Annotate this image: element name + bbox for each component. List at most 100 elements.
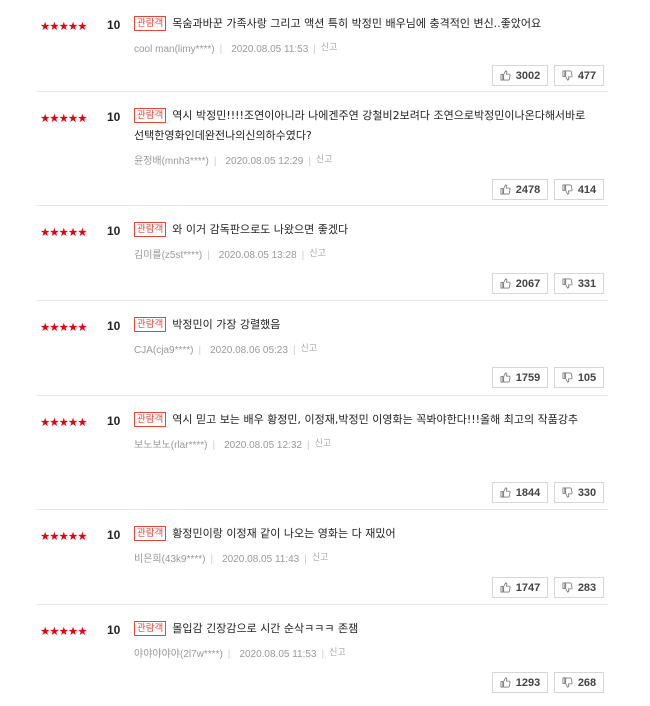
- vote-buttons: 1293 268: [492, 672, 604, 693]
- dislike-button[interactable]: 477: [554, 65, 604, 86]
- vote-buttons: 1747 283: [492, 577, 604, 598]
- review-text: 박정민이 가장 강렬했음: [172, 318, 281, 331]
- dislike-button[interactable]: 283: [554, 577, 604, 598]
- dislike-button[interactable]: 414: [554, 179, 604, 200]
- review-meta: cool man(limy****) | 2020.08.05 11:53 | 신고: [134, 40, 594, 55]
- review-body: 관람객 박정민이 가장 강렬했음 CJA(cja9****) | 2020.08.06…: [134, 315, 594, 356]
- like-count: 1747: [515, 581, 541, 594]
- report-link[interactable]: 신고: [329, 647, 346, 657]
- author[interactable]: CJA(cja9****): [134, 345, 193, 356]
- star-rating: ★★★★★: [40, 225, 88, 239]
- meta-divider: |: [321, 649, 325, 660]
- thumbs-up-icon: [500, 184, 511, 195]
- rating-score: 10: [107, 319, 121, 333]
- author[interactable]: 야야야야야(2l7w****): [134, 649, 223, 660]
- review-body: 관람객 목숨과바꾼 가족사랑 그리고 액션 특히 박정민 배우님에 충격적인 변신…: [134, 14, 594, 55]
- meta-divider: |: [207, 250, 210, 261]
- review-item: ★★★★★ 10 관람객 와 이거 감독판으로도 나왔으면 좋겠다 김미를(z5s…: [36, 206, 608, 301]
- author[interactable]: 보노보노(rlar****): [134, 440, 207, 451]
- review-date: 2020.08.05 12:32: [224, 440, 302, 451]
- thumbs-up-icon: [500, 677, 511, 688]
- viewer-badge: 관람객: [134, 108, 167, 123]
- report-link[interactable]: 신고: [312, 552, 329, 562]
- thumbs-down-icon: [562, 70, 573, 81]
- dislike-button[interactable]: 330: [554, 482, 604, 503]
- thumbs-up-icon: [500, 278, 511, 289]
- like-button[interactable]: 1293: [492, 672, 548, 693]
- like-button[interactable]: 1747: [492, 577, 548, 598]
- review-date: 2020.08.06 05:23: [210, 345, 288, 356]
- review-meta: 보노보노(rlar****) | 2020.08.05 12:32 | 신고: [134, 436, 594, 451]
- author[interactable]: cool man(limy****): [134, 44, 215, 55]
- review-item: ★★★★★ 10 관람객 역시 박정민!!!!조연이아니라 나에겐주연 강철비2보…: [36, 92, 608, 206]
- review-body: 관람객 역시 박정민!!!!조연이아니라 나에겐주연 강철비2보려다 조연으로박정…: [134, 106, 594, 167]
- vote-buttons: 1844 330: [492, 482, 604, 503]
- meta-divider: |: [301, 250, 305, 261]
- dislike-button[interactable]: 268: [554, 672, 604, 693]
- review-body: 관람객 몰입감 긴장감으로 시간 순삭ㅋㅋㅋ 존잼 야야야야야(2l7w****)…: [134, 619, 594, 660]
- star-rating: ★★★★★: [40, 111, 88, 125]
- meta-divider: |: [219, 44, 223, 55]
- dislike-count: 477: [577, 69, 597, 82]
- dislike-count: 105: [577, 371, 597, 384]
- like-button[interactable]: 1844: [492, 482, 548, 503]
- meta-divider: |: [308, 156, 311, 167]
- thumbs-up-icon: [500, 487, 511, 498]
- author[interactable]: 윤정배(mnh3****): [134, 156, 209, 167]
- review-item: ★★★★★ 10 관람객 박정민이 가장 강렬했음 CJA(cja9****) | 2…: [36, 301, 608, 396]
- review-meta: 윤정배(mnh3****) | 2020.08.05 12:29 | 신고: [134, 152, 594, 167]
- review-body: 관람객 와 이거 감독판으로도 나왔으면 좋겠다 김미를(z5st****) | 20…: [134, 220, 594, 261]
- review-meta: CJA(cja9****) | 2020.08.06 05:23 | 신고: [134, 341, 594, 356]
- like-button[interactable]: 3002: [492, 65, 548, 86]
- dislike-count: 268: [577, 676, 597, 689]
- review-date: 2020.08.05 13:28: [218, 250, 297, 261]
- star-rating: ★★★★★: [40, 529, 88, 543]
- meta-divider: |: [198, 345, 202, 356]
- author[interactable]: 김미를(z5st****): [134, 250, 202, 261]
- report-link[interactable]: 신고: [316, 154, 333, 164]
- review-text: 몰입감 긴장감으로 시간 순삭ㅋㅋㅋ 존잼: [172, 622, 359, 635]
- review-date: 2020.08.05 11:43: [222, 554, 300, 565]
- star-rating: ★★★★★: [40, 624, 88, 638]
- rating-score: 10: [107, 110, 121, 124]
- thumbs-down-icon: [562, 677, 573, 688]
- viewer-badge: 관람객: [134, 16, 167, 31]
- viewer-badge: 관람객: [134, 412, 167, 427]
- like-button[interactable]: 2478: [492, 179, 548, 200]
- review-date: 2020.08.05 11:53: [231, 44, 309, 55]
- vote-buttons: 3002 477: [492, 65, 604, 86]
- review-item: ★★★★★ 10 관람객 역시 믿고 보는 배우 황정민, 이정재,박정민 이영화…: [36, 396, 608, 510]
- dislike-button[interactable]: 331: [554, 273, 604, 294]
- thumbs-up-icon: [500, 582, 511, 593]
- thumbs-down-icon: [562, 278, 573, 289]
- rating-score: 10: [107, 414, 121, 428]
- vote-buttons: 2478 414: [492, 179, 604, 200]
- meta-divider: |: [212, 440, 216, 451]
- thumbs-up-icon: [500, 372, 511, 383]
- review-text: 황정민이랑 이정재 같이 나오는 영화는 다 재밌어: [172, 527, 396, 540]
- star-rating: ★★★★★: [40, 320, 88, 334]
- review-meta: 비은희(43k9****) | 2020.08.05 11:43 | 신고: [134, 550, 594, 565]
- star-rating: ★★★★★: [40, 415, 88, 429]
- viewer-badge: 관람객: [134, 222, 167, 237]
- review-text: 역시 믿고 보는 배우 황정민, 이정재,박정민 이영화는 꼭봐야한다!!!올해…: [172, 413, 579, 426]
- report-link[interactable]: 신고: [321, 42, 338, 52]
- dislike-count: 283: [577, 581, 597, 594]
- viewer-badge: 관람객: [134, 526, 167, 541]
- like-button[interactable]: 1759: [492, 367, 548, 388]
- author[interactable]: 비은희(43k9****): [134, 554, 206, 565]
- dislike-button[interactable]: 105: [554, 367, 604, 388]
- like-count: 2478: [515, 183, 541, 196]
- rating-score: 10: [107, 623, 121, 637]
- review-text: 목숨과바꾼 가족사랑 그리고 액션 특히 박정민 배우님에 충격적인 변신..좋…: [172, 17, 542, 30]
- review-text: 역시 박정민!!!!조연이아니라 나에겐주연 강철비2보려다 조연으로박정민이나…: [134, 109, 586, 142]
- review-list: ★★★★★ 10 관람객 목숨과바꾼 가족사랑 그리고 액션 특히 박정민 배우님…: [0, 0, 650, 706]
- dislike-count: 330: [577, 486, 597, 499]
- like-button[interactable]: 2067: [492, 273, 548, 294]
- meta-divider: |: [313, 44, 316, 55]
- report-link[interactable]: 신고: [309, 248, 326, 258]
- report-link[interactable]: 신고: [301, 343, 318, 353]
- report-link[interactable]: 신고: [315, 438, 332, 448]
- meta-divider: |: [306, 440, 310, 451]
- thumbs-up-icon: [500, 70, 511, 81]
